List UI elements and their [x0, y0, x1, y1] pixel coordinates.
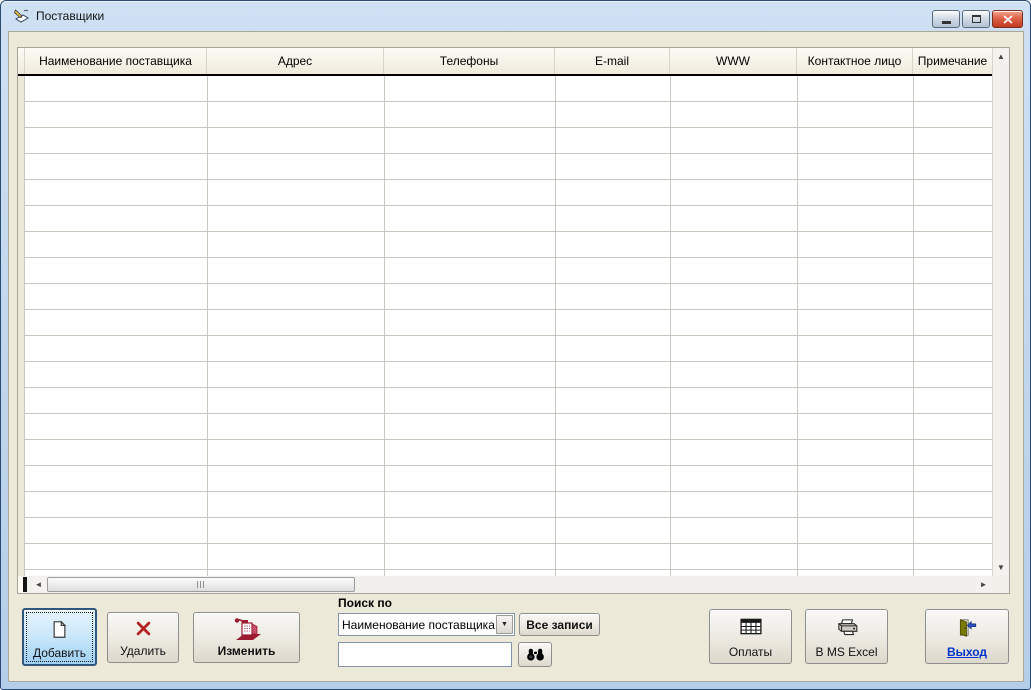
indicator-mark: [23, 577, 27, 592]
edit-button-label: Изменить: [217, 644, 276, 658]
search-field-value: Наименование поставщика: [342, 617, 495, 632]
all-records-label: Все записи: [526, 617, 593, 632]
new-document-icon: [24, 620, 95, 639]
payments-button-label: Оплаты: [728, 645, 773, 659]
horizontal-scroll-thumb[interactable]: [47, 577, 355, 592]
app-window: Поставщики Наименование поставщика Адрес Т…: [0, 0, 1031, 690]
vertical-scrollbar[interactable]: ▲ ▼: [992, 48, 1009, 576]
column-header-5[interactable]: Контактное лицо: [797, 48, 913, 74]
row-indicator-column: [18, 76, 25, 576]
payments-table-icon: [710, 618, 791, 635]
search-field-select[interactable]: Наименование поставщика ▼: [338, 613, 515, 636]
client-area: Наименование поставщика Адрес Телефоны E-ma…: [8, 31, 1024, 682]
column-header-1[interactable]: Адрес: [207, 48, 384, 74]
add-button-label: Добавить: [32, 646, 87, 660]
close-button[interactable]: [992, 10, 1023, 28]
horizontal-scrollbar[interactable]: ◄ ►: [18, 576, 992, 593]
table-body[interactable]: [18, 76, 992, 576]
all-records-button[interactable]: Все записи: [519, 613, 600, 636]
delete-button[interactable]: Удалить: [107, 612, 179, 663]
suppliers-table: Наименование поставщика Адрес Телефоны E-ma…: [17, 47, 1010, 594]
exit-door-icon: [926, 618, 1008, 637]
exit-button-label: Выход: [946, 645, 988, 659]
printer-icon: [806, 618, 887, 637]
column-divider: [913, 76, 914, 576]
column-divider: [207, 76, 208, 576]
column-divider: [384, 76, 385, 576]
close-icon: [1002, 14, 1013, 24]
combo-dropdown-button[interactable]: ▼: [496, 615, 513, 634]
minimize-button[interactable]: [932, 10, 960, 28]
scroll-left-icon[interactable]: ◄: [31, 577, 46, 592]
exit-button[interactable]: Выход: [925, 609, 1009, 664]
payments-button[interactable]: Оплаты: [709, 609, 792, 664]
delete-x-icon: [108, 621, 178, 636]
column-header-0[interactable]: Наименование поставщика: [25, 48, 207, 74]
scroll-down-icon[interactable]: ▼: [994, 560, 1008, 575]
titlebar[interactable]: Поставщики: [1, 1, 1030, 31]
search-input[interactable]: [338, 642, 512, 667]
edit-button[interactable]: Изменить: [193, 612, 300, 663]
add-button[interactable]: Добавить: [22, 608, 97, 666]
column-header-4[interactable]: WWW: [670, 48, 797, 74]
edit-machine-icon: [194, 616, 299, 646]
scrollbar-corner: [992, 576, 1009, 593]
scroll-up-icon[interactable]: ▲: [994, 49, 1008, 64]
minimize-icon: [941, 21, 951, 24]
column-divider: [670, 76, 671, 576]
maximize-button[interactable]: [962, 10, 990, 28]
indicator-header-cell: [18, 48, 25, 74]
find-button[interactable]: [518, 642, 552, 667]
column-header-2[interactable]: Телефоны: [384, 48, 555, 74]
window-title: Поставщики: [36, 9, 105, 23]
column-divider: [797, 76, 798, 576]
maximize-icon: [971, 15, 981, 23]
table-header-row: Наименование поставщика Адрес Телефоны E-ma…: [18, 48, 992, 74]
column-divider: [555, 76, 556, 576]
excel-button-label: В MS Excel: [815, 645, 878, 659]
column-header-6[interactable]: Примечание: [913, 48, 992, 74]
column-header-3[interactable]: E-mail: [555, 48, 670, 74]
excel-button[interactable]: В MS Excel: [805, 609, 888, 664]
app-icon: [14, 8, 29, 23]
thumb-grip-icon: [197, 581, 205, 588]
binoculars-icon: [526, 648, 544, 661]
search-by-label: Поиск по: [338, 596, 392, 610]
delete-button-label: Удалить: [120, 644, 166, 658]
scroll-right-icon[interactable]: ►: [976, 577, 991, 592]
